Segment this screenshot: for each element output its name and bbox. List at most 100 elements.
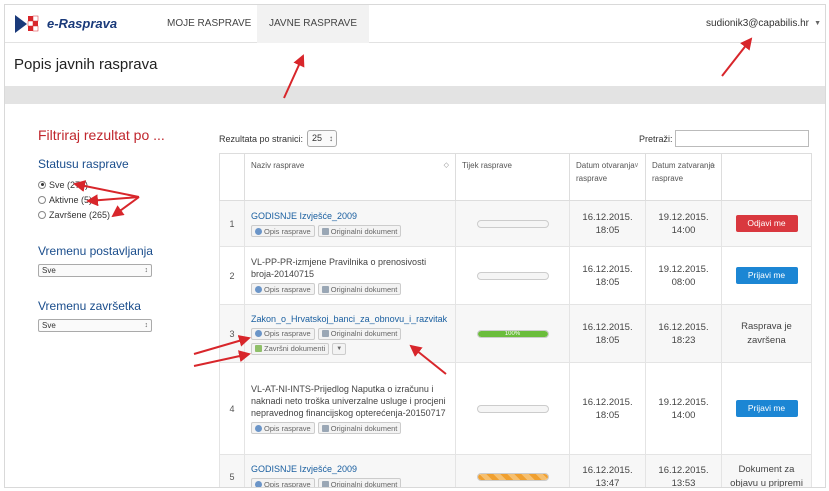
subscribe-button[interactable]: Prijavi me <box>735 400 798 417</box>
user-menu[interactable]: sudionik3@capabilis.hr <box>706 5 809 43</box>
search-input[interactable] <box>675 130 809 147</box>
chevron-down-icon[interactable]: ▼ <box>332 342 347 355</box>
document-icon <box>321 285 329 293</box>
original-doc-button[interactable]: Originalni dokument <box>317 283 402 295</box>
end-filter-title: Vremenu završetka <box>38 299 141 313</box>
table-row: 5 GODISNJE Izvješće_2009 Opis rasprave Orig… <box>219 454 812 488</box>
table-controls: Rezultata po stranici: 25 Pretraži: <box>219 129 811 149</box>
table-row: 1 GODISNJE Izvješće_2009 Opis rasprave Orig… <box>219 200 812 247</box>
row-number: 3 <box>219 304 245 363</box>
action-cell: Dokument za objavu u pripremi <box>721 454 812 488</box>
opis-button[interactable]: Opis rasprave <box>251 422 315 434</box>
info-icon <box>255 480 262 487</box>
annotation-arrow <box>721 37 753 77</box>
row-number: 2 <box>219 246 245 305</box>
document-icon <box>321 480 329 487</box>
original-doc-button[interactable]: Originalni dokument <box>317 327 402 340</box>
row-actions: Opis rasprave Originalni dokument <box>251 478 449 487</box>
open-date-cell: 16.12.2015. 18:05 <box>569 200 646 247</box>
original-doc-button[interactable]: Originalni dokument <box>317 225 402 237</box>
progress-bar <box>476 404 549 413</box>
document-icon <box>321 330 329 337</box>
radio-button[interactable] <box>38 180 46 189</box>
close-date-cell: 16.12.2015. 13:53 <box>645 454 722 487</box>
progress-cell: 100% <box>455 304 570 363</box>
title-cell: Zakon_o_Hrvatskoj_banci_za_obnovu_i_razv… <box>244 304 456 363</box>
opis-button[interactable]: Opis rasprave <box>251 478 315 487</box>
title-cell: VL-PP-PR-izmjene Pravilnika o prenosivos… <box>244 246 456 305</box>
title-cell: VL-AT-NI-INTS-Prijedlog Naputka o izraču… <box>244 362 456 455</box>
progress-fill <box>477 473 548 480</box>
status-text: Rasprava je završena <box>741 320 792 346</box>
folder-icon <box>255 345 262 352</box>
croatian-logo-icon[interactable] <box>15 13 41 35</box>
row-number: 1 <box>219 200 245 247</box>
posted-select[interactable]: Sve <box>38 264 152 277</box>
open-date-cell: 16.12.2015. 13:47 <box>569 454 646 487</box>
info-icon <box>255 330 262 337</box>
opis-button[interactable]: Opis rasprave <box>251 327 315 340</box>
progress-bar <box>476 219 549 228</box>
progress-cell <box>455 362 570 455</box>
perpage-select[interactable]: 25 <box>307 130 337 147</box>
status-text: Dokument za objavu u pripremi <box>730 463 803 488</box>
table-row: 4 VL-AT-NI-INTS-Prijedlog Naputka o izrač… <box>219 362 812 455</box>
end-select[interactable]: Sve <box>38 319 152 332</box>
filter-sidebar: Filtriraj rezultat po ... Statusu raspra… <box>38 127 188 332</box>
progress-cell <box>455 454 570 487</box>
debate-title: VL-AT-NI-INTS-Prijedlog Naputka o izraču… <box>251 384 446 418</box>
chevron-down-icon[interactable]: ▼ <box>814 20 821 27</box>
opis-button[interactable]: Opis rasprave <box>251 283 315 295</box>
open-date-cell: 16.12.2015. 18:05 <box>569 362 646 455</box>
table-row: 3 Zakon_o_Hrvatskoj_banci_za_obnovu_i_raz… <box>219 304 812 363</box>
title-cell: GODISNJE Izvješće_2009 Opis rasprave Origi… <box>244 454 456 487</box>
debate-title: VL-PP-PR-izmjene Pravilnika o prenosivos… <box>251 257 427 279</box>
sort-icon[interactable]: ◇ <box>444 159 449 172</box>
header-open-date[interactable]: Datum otvaranja rasprave ∨ <box>569 153 646 201</box>
status-option-all[interactable]: Sve (270) <box>38 177 188 192</box>
status-option-active[interactable]: Aktivne (5) <box>38 192 188 207</box>
action-cell: Prijavi me <box>721 362 812 455</box>
original-doc-button[interactable]: Originalni dokument <box>317 478 402 487</box>
app-name[interactable]: e-Rasprava <box>47 16 117 31</box>
action-cell: Prijavi me <box>721 246 812 305</box>
debate-title[interactable]: GODISNJE Izvješće_2009 <box>251 463 449 475</box>
close-date-cell: 19.12.2015. 08:00 <box>645 246 722 305</box>
tab-moje-rasprave[interactable]: MOJE RASPRAVE <box>155 5 263 43</box>
row-actions: Opis rasprave Originalni dokument Završni … <box>251 327 449 355</box>
sort-icon[interactable]: ◇ <box>710 159 715 172</box>
original-doc-button[interactable]: Originalni dokument <box>317 422 402 434</box>
debate-title[interactable]: Zakon_o_Hrvatskoj_banci_za_obnovu_i_razv… <box>251 313 449 325</box>
unsubscribe-button[interactable]: Odjavi me <box>735 215 798 232</box>
status-filter-title: Statusu rasprave <box>38 157 129 171</box>
browser-frame: e-Rasprava MOJE RASPRAVE JAVNE RASPRAVE … <box>4 4 826 488</box>
progress-bar <box>476 472 549 481</box>
header-title[interactable]: Naziv rasprave ◇ <box>244 153 456 201</box>
progress-text: 100% <box>504 330 521 337</box>
debates-table: Naziv rasprave ◇ Tijek rasprave Datum otv… <box>219 153 812 488</box>
opis-button[interactable]: Opis rasprave <box>251 225 315 237</box>
sort-desc-icon[interactable]: ∨ <box>634 159 639 172</box>
subscribe-button[interactable]: Prijavi me <box>735 267 798 284</box>
search-label: Pretraži: <box>639 134 673 144</box>
row-actions: Opis rasprave Originalni dokument <box>251 225 449 237</box>
posted-filter-title: Vremenu postavljanja <box>38 244 153 258</box>
progress-bar: 100% <box>476 329 549 338</box>
open-date-cell: 16.12.2015. 18:05 <box>569 246 646 305</box>
progress-cell <box>455 246 570 305</box>
header-close-date[interactable]: Datum zatvaranja rasprave ◇ <box>645 153 722 201</box>
document-icon <box>321 424 329 432</box>
top-navbar: e-Rasprava MOJE RASPRAVE JAVNE RASPRAVE … <box>5 5 825 43</box>
close-date-cell: 16.12.2015. 18:23 <box>645 304 722 363</box>
progress-bar <box>476 271 549 280</box>
status-option-finished[interactable]: Završene (265) <box>38 207 188 222</box>
tab-javne-rasprave[interactable]: JAVNE RASPRAVE <box>257 5 369 43</box>
open-date-cell: 16.12.2015. 18:05 <box>569 304 646 363</box>
final-docs-button[interactable]: Završni dokumenti <box>251 342 330 355</box>
radio-button[interactable] <box>38 195 46 204</box>
debate-title[interactable]: GODISNJE Izvješće_2009 <box>251 210 449 222</box>
radio-button[interactable] <box>38 210 46 219</box>
close-date-cell: 19.12.2015. 14:00 <box>645 362 722 455</box>
table-header-row: Naziv rasprave ◇ Tijek rasprave Datum otv… <box>219 153 812 201</box>
row-number: 4 <box>219 362 245 455</box>
